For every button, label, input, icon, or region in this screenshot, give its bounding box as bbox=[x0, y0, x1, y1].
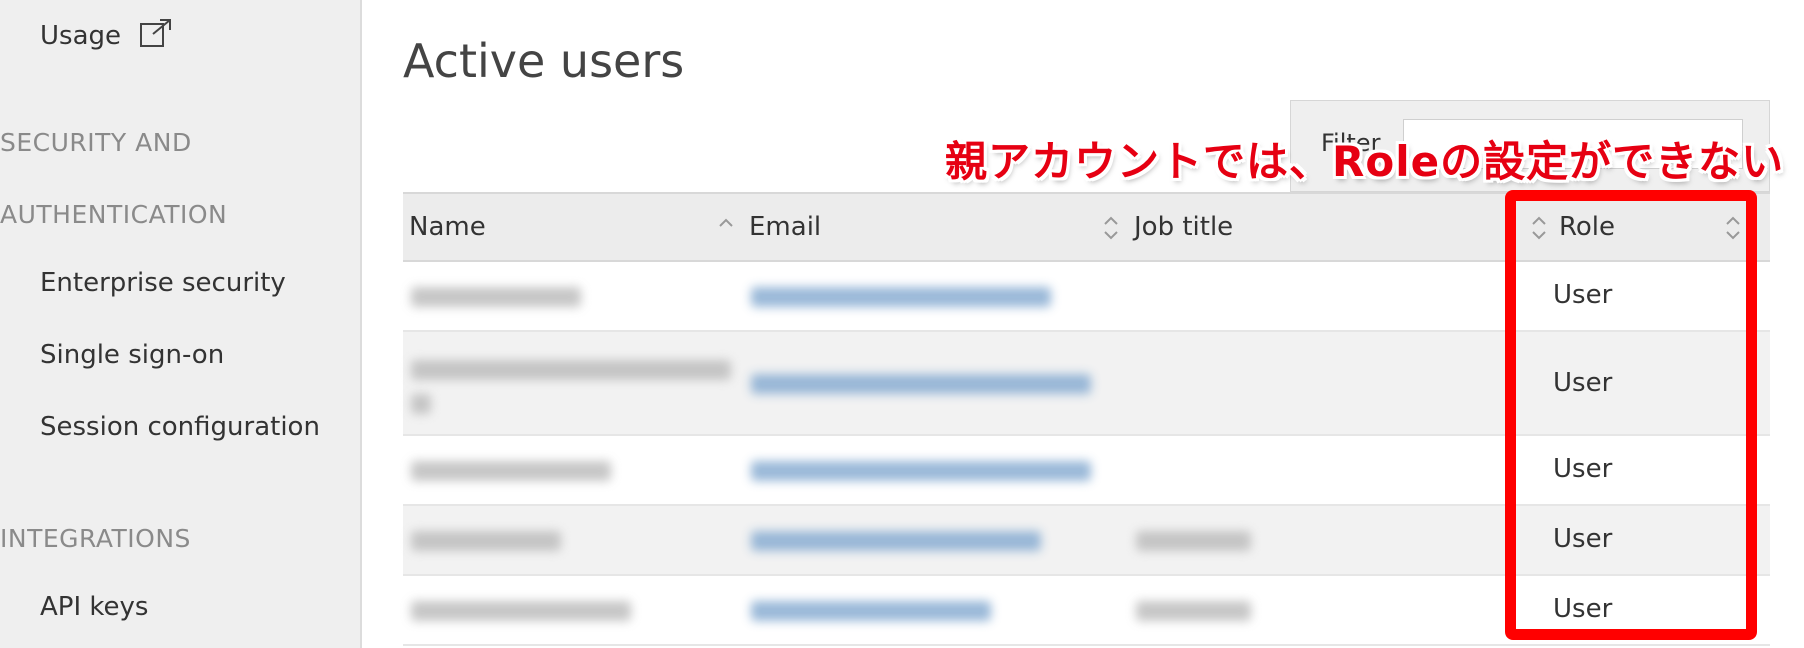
user-name bbox=[411, 360, 731, 380]
user-name-wrap bbox=[411, 394, 431, 414]
user-name bbox=[411, 461, 611, 481]
section-heading-security: SECURITY AND bbox=[0, 128, 192, 157]
user-email-link[interactable] bbox=[751, 374, 1091, 394]
user-email-link[interactable] bbox=[751, 461, 1091, 481]
column-header-job-title[interactable]: Job title bbox=[1128, 194, 1513, 260]
sidebar-item-label: Usage bbox=[40, 21, 122, 51]
external-link-icon bbox=[139, 18, 173, 55]
page-title: Active users bbox=[403, 34, 685, 88]
sort-ascending-icon[interactable] bbox=[718, 214, 734, 242]
user-email-link[interactable] bbox=[751, 531, 1041, 551]
section-heading-integrations: INTEGRATIONS bbox=[0, 524, 191, 553]
user-email-link[interactable] bbox=[751, 287, 1051, 307]
sidebar-item-single-sign-on[interactable]: Single sign-on bbox=[40, 340, 224, 370]
sidebar-item-api-keys[interactable]: API keys bbox=[40, 592, 148, 622]
user-name bbox=[411, 287, 581, 307]
sort-icon[interactable] bbox=[1103, 214, 1119, 242]
column-label: Name bbox=[409, 212, 486, 242]
annotation-text: 親アカウントでは、Roleの設定ができない bbox=[945, 137, 1785, 186]
role-column-highlight bbox=[1505, 190, 1757, 640]
user-name bbox=[411, 601, 631, 621]
sidebar-item-usage[interactable]: Usage bbox=[40, 18, 173, 55]
column-header-name[interactable]: Name bbox=[403, 194, 743, 260]
section-heading-authentication: AUTHENTICATION bbox=[0, 200, 228, 229]
column-label: Job title bbox=[1134, 212, 1234, 242]
user-job-title bbox=[1136, 601, 1251, 621]
sidebar-item-enterprise-security[interactable]: Enterprise security bbox=[40, 268, 286, 298]
column-label: Email bbox=[749, 212, 822, 242]
user-email-link[interactable] bbox=[751, 601, 991, 621]
column-header-email[interactable]: Email bbox=[743, 194, 1128, 260]
user-name bbox=[411, 531, 561, 551]
sidebar-item-session-configuration[interactable]: Session configuration bbox=[40, 412, 320, 442]
sidebar: Usage SECURITY AND AUTHENTICATION Enterp… bbox=[0, 0, 362, 648]
user-job-title bbox=[1136, 531, 1251, 551]
